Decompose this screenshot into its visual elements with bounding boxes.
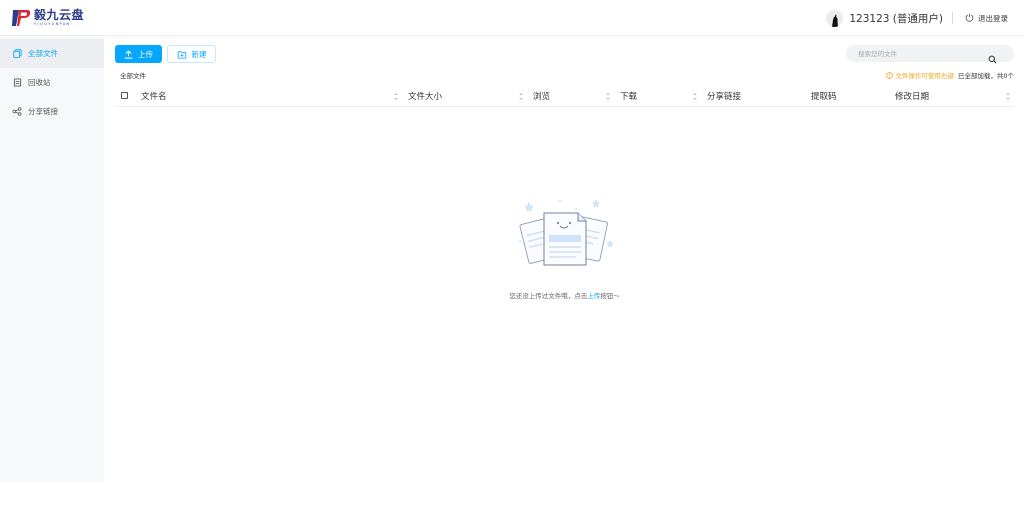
- status-bar: 文件操作可使用右键 已全部加载，共0个: [886, 70, 1014, 80]
- column-header-downloads[interactable]: 下载: [620, 90, 637, 102]
- recycle-bin-icon: [12, 78, 22, 88]
- loaded-count: 已全部加载，共0个: [957, 72, 1014, 80]
- select-all-checkbox[interactable]: [121, 92, 128, 99]
- new-label: 新建: [191, 49, 207, 59]
- warning-text: 文件操作可使用右键: [895, 72, 954, 80]
- sidebar-item-share-links[interactable]: 分享链接: [0, 97, 104, 126]
- new-folder-icon: [177, 50, 187, 59]
- search-input[interactable]: [858, 49, 988, 58]
- logo-subtitle: YIJIUYUNPAN: [34, 22, 71, 27]
- warning-icon: [886, 71, 894, 79]
- logout-button[interactable]: 退出登录: [965, 13, 1008, 24]
- top-header: 毅九云盘 YIJIUYUNPAN 123123 (普通用户) 退出登录: [0, 0, 1024, 36]
- new-folder-button[interactable]: 新建: [167, 45, 216, 63]
- empty-text-before: 您还没上传过文件哦，点击: [509, 292, 588, 300]
- empty-files-illustration: [510, 197, 618, 271]
- logout-label: 退出登录: [978, 13, 1008, 23]
- empty-state-message: 您还没上传过文件哦，点击上传按钮～: [0, 290, 1024, 300]
- logo-icon: [10, 9, 32, 27]
- sidebar: 全部文件 回收站 分享链接: [0, 37, 104, 482]
- sidebar-item-recycle-bin[interactable]: 回收站: [0, 68, 104, 97]
- sidebar-item-label: 回收站: [28, 78, 51, 87]
- sidebar-item-all-files[interactable]: 全部文件: [0, 39, 104, 68]
- sidebar-item-label: 分享链接: [28, 107, 58, 116]
- column-header-views[interactable]: 浏览: [533, 90, 550, 102]
- search-icon[interactable]: [988, 49, 997, 68]
- user-area: 123123 (普通用户) 退出登录: [826, 9, 1008, 27]
- upload-label: 上传: [138, 49, 153, 59]
- sort-arrows-icon[interactable]: [394, 93, 399, 100]
- logo[interactable]: 毅九云盘 YIJIUYUNPAN: [10, 8, 84, 28]
- search-box: [846, 45, 1014, 64]
- sort-arrows-icon[interactable]: [606, 93, 611, 100]
- column-header-modified-date[interactable]: 修改日期: [895, 90, 929, 102]
- column-header-size[interactable]: 文件大小: [408, 90, 442, 102]
- sort-arrows-icon[interactable]: [693, 93, 698, 100]
- right-click-hint: 文件操作可使用右键: [886, 70, 954, 80]
- share-icon: [12, 107, 22, 117]
- upload-button[interactable]: 上传: [115, 45, 162, 63]
- header-divider: [952, 12, 953, 24]
- sidebar-item-label: 全部文件: [28, 49, 58, 58]
- username: 123123 (普通用户): [849, 12, 943, 25]
- upload-link[interactable]: 上传: [587, 292, 600, 300]
- sort-arrows-icon[interactable]: [1006, 93, 1011, 100]
- breadcrumb[interactable]: 全部文件: [120, 70, 146, 80]
- column-header-name[interactable]: 文件名: [141, 90, 167, 102]
- sort-arrows-icon[interactable]: [519, 93, 524, 100]
- upload-icon: [124, 50, 133, 59]
- avatar[interactable]: [826, 9, 844, 27]
- logo-title: 毅九云盘: [34, 8, 85, 23]
- power-icon: [965, 13, 974, 24]
- files-icon: [12, 49, 22, 59]
- empty-text-after: 按钮～: [600, 292, 620, 300]
- column-header-extract-code[interactable]: 提取码: [811, 90, 837, 102]
- file-table-header: 文件名 文件大小 浏览 下载 分享链接 提取码 修改日期: [115, 86, 1014, 107]
- column-header-share-link[interactable]: 分享链接: [707, 90, 741, 102]
